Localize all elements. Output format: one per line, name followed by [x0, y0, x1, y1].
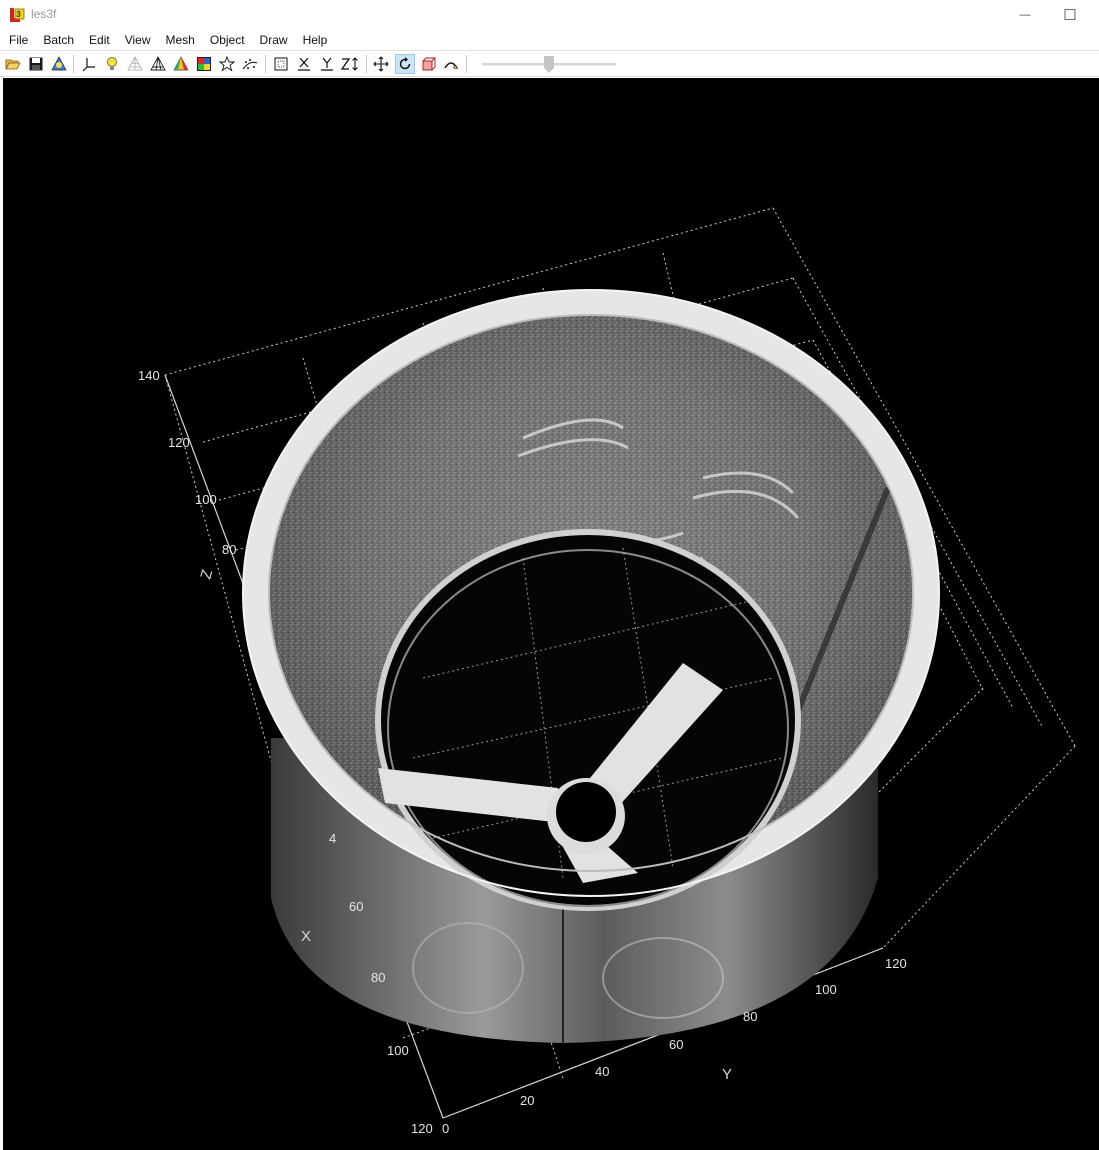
open-button[interactable] [3, 54, 23, 74]
axis-z-icon [340, 57, 358, 71]
toolbar-separator [366, 55, 367, 73]
clip-icon [422, 57, 436, 71]
window-title: les3f [31, 7, 57, 21]
menu-batch[interactable]: Batch [35, 30, 81, 50]
y-tick-label: 0 [442, 1121, 449, 1136]
axis-z-button[interactable] [340, 54, 360, 74]
z-tick-label: 100 [195, 492, 217, 507]
x-tick-label: 100 [387, 1043, 409, 1058]
save-icon [29, 57, 43, 71]
x-tick-label: 120 [411, 1121, 433, 1136]
maximize-icon: ☐ [1063, 7, 1077, 24]
axis-y-icon [321, 57, 333, 71]
wireframe-button[interactable] [125, 54, 145, 74]
menu-help[interactable]: Help [295, 30, 335, 50]
menu-mesh[interactable]: Mesh [158, 30, 202, 50]
save-button[interactable] [26, 54, 46, 74]
arc-icon [444, 62, 459, 69]
light-icon [107, 57, 117, 70]
wireframe-icon [127, 56, 143, 71]
cylinder-mesh [242, 289, 940, 1043]
volume-icon [51, 56, 67, 71]
z-tick-label: 80 [222, 542, 236, 557]
toolbar [0, 50, 1099, 77]
y-tick-label: 20 [520, 1093, 534, 1108]
axis-y-button[interactable] [317, 54, 337, 74]
axes-button[interactable] [79, 54, 99, 74]
rotate-button[interactable] [395, 54, 415, 74]
svg-text:3: 3 [16, 10, 21, 19]
scene-canvas: 140 120 100 80 Z 4 60 80 100 120 X 0 20 … [138, 207, 1076, 1136]
axis-x-button[interactable] [294, 54, 314, 74]
axis-x-icon [298, 57, 310, 71]
bounding-box-button[interactable] [271, 54, 291, 74]
x-tick-label: 60 [349, 899, 363, 914]
open-icon [5, 59, 21, 70]
maximize-button[interactable]: ☐ [1047, 0, 1093, 30]
minimize-button[interactable]: — [1002, 0, 1048, 30]
pan-icon [373, 56, 389, 72]
menu-object[interactable]: Object [202, 30, 252, 50]
x-axis-label: X [301, 928, 311, 945]
clip-button[interactable] [418, 54, 438, 74]
z-tick-label: 120 [168, 435, 190, 450]
menu-edit[interactable]: Edit [81, 30, 117, 50]
y-axis-label: Y [722, 1066, 732, 1083]
volume-button[interactable] [49, 54, 69, 74]
toolbar-separator [466, 55, 467, 73]
star-icon [219, 56, 235, 72]
slider-thumb[interactable] [544, 56, 554, 73]
mesh-button[interactable] [148, 54, 168, 74]
toolbar-separator [73, 55, 74, 73]
bounding-box-icon [274, 57, 288, 71]
y-tick-label: 60 [669, 1037, 683, 1052]
menu-draw[interactable]: Draw [252, 30, 295, 50]
title-bar[interactable]: 3 les3f — ☐ [0, 0, 1099, 30]
y-tick-label: 40 [595, 1064, 609, 1079]
menu-file[interactable]: File [0, 30, 35, 50]
x-tick-label: 80 [371, 970, 385, 985]
y-tick-label: 120 [885, 956, 907, 971]
menu-view[interactable]: View [117, 30, 158, 50]
pan-button[interactable] [371, 54, 391, 74]
color-cone-icon [173, 56, 189, 71]
app-logo-icon: 3 [10, 8, 25, 22]
points-icon [242, 59, 258, 70]
colormap-button[interactable] [194, 54, 214, 74]
arc-button[interactable] [441, 54, 461, 74]
app-window: 3 les3f — ☐ File Batch Edit View Mesh Ob… [0, 0, 1099, 1150]
points-button[interactable] [240, 54, 260, 74]
x-tick-label: 4 [329, 831, 336, 846]
z-axis-label: Z [197, 568, 216, 581]
colormap-icon [197, 57, 211, 71]
minimize-icon: — [1019, 9, 1031, 21]
render-viewport[interactable]: 140 120 100 80 Z 4 60 80 100 120 X 0 20 … [3, 78, 1099, 1150]
axes-icon [82, 58, 95, 72]
color-cone-button[interactable] [171, 54, 191, 74]
menu-bar: File Batch Edit View Mesh Object Draw He… [0, 30, 1099, 50]
y-tick-label: 100 [815, 982, 837, 997]
star-button[interactable] [217, 54, 237, 74]
y-tick-label: 80 [743, 1009, 757, 1024]
toolbar-separator [265, 55, 266, 73]
mesh-icon [150, 56, 166, 71]
light-button[interactable] [102, 54, 122, 74]
z-tick-label: 140 [138, 368, 160, 383]
rotate-icon [399, 57, 411, 70]
